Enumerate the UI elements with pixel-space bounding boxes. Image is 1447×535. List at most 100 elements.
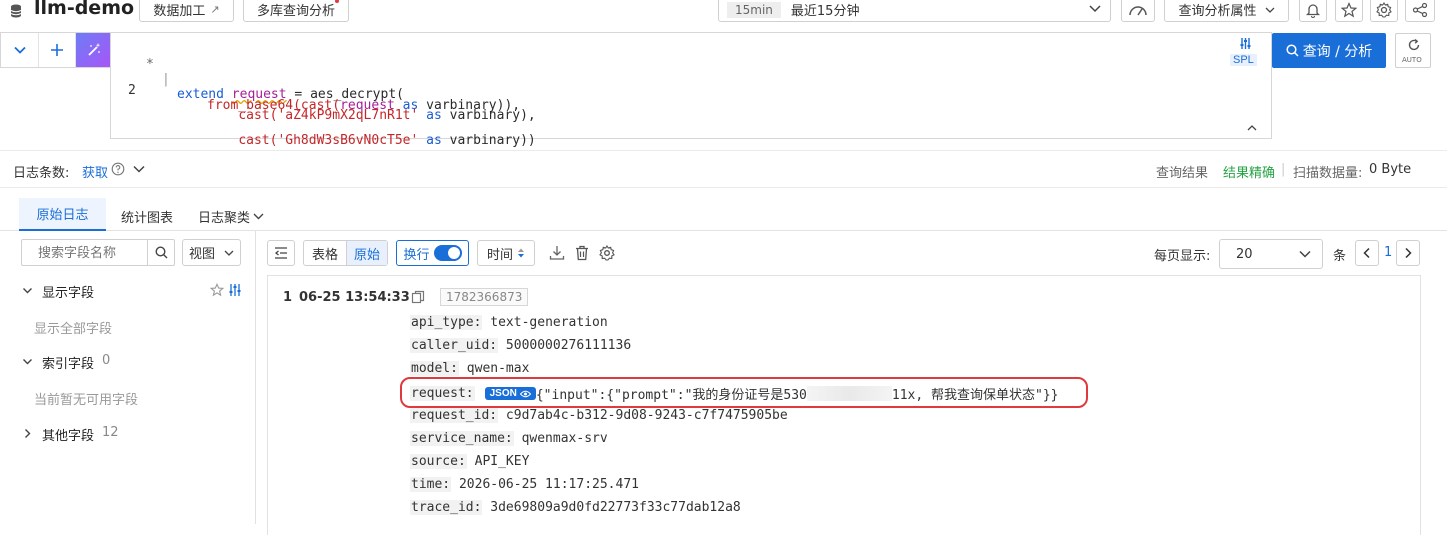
other-fields-count: 12 xyxy=(102,425,119,440)
gear-icon[interactable] xyxy=(599,245,615,261)
chevron-down-icon[interactable] xyxy=(132,163,146,175)
view-select-label: 视图 xyxy=(189,247,216,262)
tab-log-cluster[interactable]: 日志聚类 xyxy=(198,207,265,226)
chevron-right-icon xyxy=(1403,247,1413,259)
summary-bar: 日志条数: 获取 查询结果 结果精确 | 扫描数据量: 0 Byte xyxy=(0,150,1447,188)
time-sort-button[interactable]: 时间 xyxy=(477,240,535,266)
index-fields-label: 索引字段 xyxy=(42,357,95,372)
wrap-toggle[interactable]: 换行 xyxy=(396,240,469,266)
share-button[interactable] xyxy=(1405,0,1435,22)
chevron-left-icon xyxy=(1362,247,1372,259)
chevron-right-icon xyxy=(22,428,33,439)
gear-icon xyxy=(1376,1,1392,18)
bell-button[interactable] xyxy=(1299,0,1327,22)
time-sort-label: 时间 xyxy=(486,247,513,263)
view-select[interactable]: 视图 xyxy=(182,239,241,266)
tab-charts-label: 统计图表 xyxy=(121,211,174,226)
show-all-fields-link[interactable]: 显示全部字段 xyxy=(34,318,112,337)
json-badge[interactable]: JSON xyxy=(484,387,536,400)
chevron-down-icon xyxy=(1298,248,1312,260)
collapse-editor-icon[interactable] xyxy=(1247,124,1257,132)
tab-raw-logs-label: 原始日志 xyxy=(36,208,89,223)
collapse-sidebar-button[interactable] xyxy=(267,240,295,266)
log-field: source: API_KEY xyxy=(410,454,529,469)
database-icon xyxy=(9,3,23,19)
per-page-select[interactable]: 20 xyxy=(1219,239,1323,269)
index-fields-count: 0 xyxy=(102,353,111,368)
add-button[interactable] xyxy=(39,33,76,67)
star-icon[interactable] xyxy=(210,283,224,297)
settings-button[interactable] xyxy=(1370,0,1398,22)
query-props-button[interactable]: 查询分析属性 xyxy=(1164,0,1289,22)
star-button[interactable] xyxy=(1335,0,1363,22)
per-page-label: 每页显示: xyxy=(1154,249,1211,264)
time-range-select[interactable]: 15min 最近15分钟 xyxy=(718,0,1111,22)
sort-icon xyxy=(517,247,525,259)
auto-refresh-button[interactable]: AUTO xyxy=(1395,33,1431,68)
spl-toggle[interactable]: SPL xyxy=(1230,37,1260,69)
editor-line-2: 2 from_base64(cast(request as varbinary)… xyxy=(111,68,520,128)
field-key[interactable]: source: xyxy=(410,454,467,469)
result-tabs: 原始日志 统计图表 日志聚类 xyxy=(0,198,1447,231)
field-search-input[interactable] xyxy=(22,240,147,265)
share-icon xyxy=(1412,2,1428,18)
sliders-icon xyxy=(1239,37,1252,50)
chevron-down-icon xyxy=(13,43,27,57)
chevron-down-icon xyxy=(224,248,234,258)
field-key[interactable]: request: xyxy=(410,386,475,401)
refresh-icon xyxy=(1407,38,1421,52)
field-value: 3de69809a9d0fd22773f33c77dab12a8 xyxy=(490,500,741,515)
log-field: service_name: qwenmax-srv xyxy=(410,431,608,446)
per-page-value: 20 xyxy=(1236,246,1253,262)
prev-page-button[interactable] xyxy=(1355,240,1379,266)
download-icon[interactable] xyxy=(549,245,565,261)
tab-charts[interactable]: 统计图表 xyxy=(121,207,173,226)
tab-raw-logs[interactable]: 原始日志 xyxy=(19,198,106,231)
type: varbinary xyxy=(449,133,521,148)
field-key[interactable]: trace_id: xyxy=(410,500,483,515)
log-index: 1 xyxy=(283,290,293,305)
collapse-button[interactable] xyxy=(1,33,39,67)
field-key[interactable]: service_name: xyxy=(410,431,514,446)
raw-view-button[interactable]: 原始 xyxy=(347,241,387,265)
query-button-label: 查询 / 分析 xyxy=(1302,43,1373,60)
other-fields-header[interactable]: 其他字段 12 xyxy=(22,425,222,445)
display-fields-header[interactable]: 显示字段 xyxy=(22,282,244,302)
line-number: 2 xyxy=(128,83,136,98)
field-value: 5000000276111136 xyxy=(505,338,632,353)
trash-icon[interactable] xyxy=(575,245,589,261)
log-id: 1782366873 xyxy=(440,288,529,306)
project-name[interactable]: llm-demo xyxy=(34,0,134,19)
field-key[interactable]: api_type: xyxy=(410,315,483,330)
search-icon xyxy=(155,246,168,259)
plus-icon xyxy=(50,43,64,57)
top-bar: llm-demo 数据加工 ↗ 多库查询分析 15min 最近15分钟 查询分析… xyxy=(0,0,1447,24)
query-editor[interactable]: * | extend request = aes_decrypt( 2 from… xyxy=(110,32,1272,148)
editor-toolbar xyxy=(0,32,111,68)
data-process-button[interactable]: 数据加工 ↗ xyxy=(139,0,234,22)
field-key[interactable]: model: xyxy=(410,361,459,376)
bell-icon xyxy=(1306,2,1320,18)
field-key[interactable]: time: xyxy=(410,477,452,492)
field-key[interactable]: request_id: xyxy=(410,408,499,423)
result-precise: 结果精确 xyxy=(1223,166,1276,181)
multi-query-button[interactable]: 多库查询分析 xyxy=(243,0,349,22)
log-field: request: JSON {"input":{"prompt":"我的身份证号… xyxy=(410,384,1059,403)
new-dot-icon xyxy=(335,0,339,3)
chevron-down-icon xyxy=(252,211,265,222)
field-key[interactable]: caller_uid: xyxy=(410,338,499,353)
next-page-button[interactable] xyxy=(1396,240,1420,266)
query-button[interactable]: 查询 / 分析 xyxy=(1272,33,1386,68)
help-icon[interactable] xyxy=(111,162,125,176)
copy-icon[interactable] xyxy=(411,290,425,304)
collapse-left-icon xyxy=(274,246,288,260)
field-search-button[interactable] xyxy=(147,240,175,265)
request-value-suffix: 11x, 帮我查询保单状态"}} xyxy=(891,388,1059,403)
magic-button[interactable] xyxy=(76,33,111,67)
sliders-icon[interactable] xyxy=(228,283,242,297)
table-view-button[interactable]: 表格 xyxy=(304,241,347,265)
speedometer-button[interactable] xyxy=(1121,0,1155,22)
fetch-link[interactable]: 获取 xyxy=(82,162,108,181)
index-fields-header[interactable]: 索引字段 0 xyxy=(22,353,222,373)
unit-label: 条 xyxy=(1333,249,1347,264)
